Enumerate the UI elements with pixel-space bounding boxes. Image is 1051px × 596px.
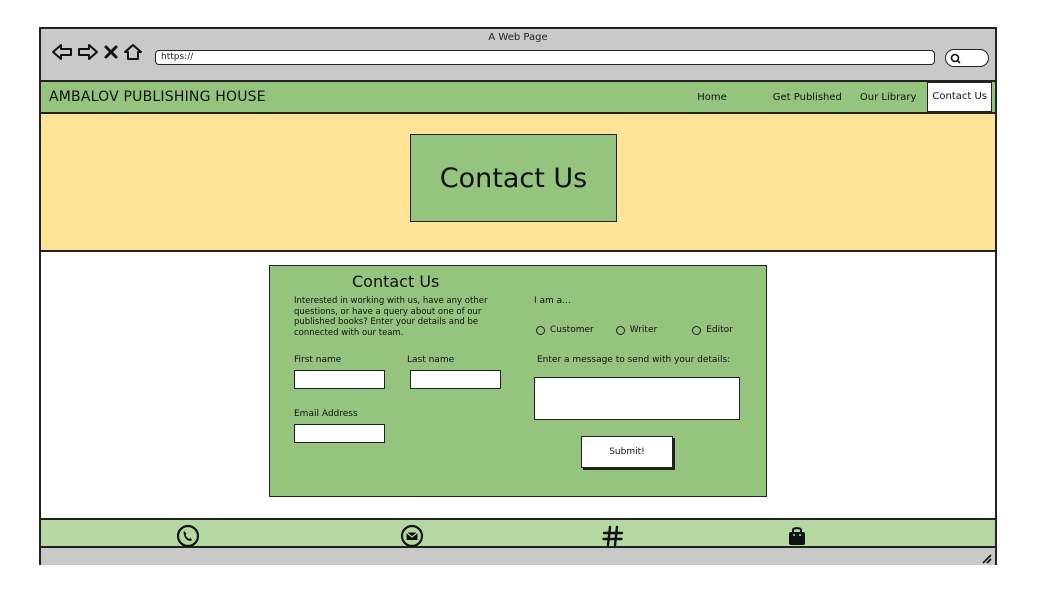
hashtag-icon[interactable] — [601, 524, 625, 548]
radio-customer[interactable]: Customer — [536, 325, 594, 335]
submit-button[interactable]: Submit! — [581, 436, 673, 468]
nav-menu: Home Get Published Our Library Contact U… — [688, 82, 995, 112]
radio-writer-label: Writer — [629, 325, 658, 335]
radio-customer-label: Customer — [550, 325, 594, 335]
form-intro-text: Interested in working with us, have any … — [294, 296, 488, 338]
nav-item-get-published[interactable]: Get Published — [764, 92, 851, 103]
url-bar[interactable]: https:// — [155, 50, 935, 65]
nav-item-contact-us[interactable]: Contact Us — [927, 82, 992, 112]
hero-title: Contact Us — [410, 134, 617, 222]
shopping-bag-icon[interactable] — [785, 524, 809, 548]
radio-editor[interactable]: Editor — [692, 325, 733, 335]
radio-writer[interactable]: Writer — [615, 325, 658, 335]
resize-grip-icon[interactable] — [980, 552, 992, 564]
first-name-input[interactable] — [294, 370, 385, 389]
radio-circle-icon — [536, 325, 545, 335]
last-name-input[interactable] — [410, 370, 501, 389]
window-title: A Web Page — [488, 32, 548, 43]
hero-banner: Contact Us — [41, 114, 995, 252]
search-icon — [950, 53, 961, 64]
radio-circle-icon — [692, 325, 702, 335]
browser-nav-controls — [51, 43, 143, 61]
message-textarea[interactable] — [534, 377, 740, 420]
role-label: I am a... — [534, 296, 571, 306]
form-title: Contact Us — [352, 272, 440, 291]
browser-status-bar — [41, 548, 995, 565]
radio-circle-icon — [615, 325, 625, 335]
browser-window: A Web Page https:// AMBALOV PUBLISHING H… — [39, 27, 997, 565]
nav-item-our-library[interactable]: Our Library — [851, 92, 925, 103]
email-icon[interactable] — [400, 524, 424, 548]
forward-icon[interactable] — [77, 43, 99, 61]
nav-item-home[interactable]: Home — [688, 92, 736, 103]
last-name-label: Last name — [407, 355, 455, 365]
site-navbar: AMBALOV PUBLISHING HOUSE Home Get Publis… — [41, 82, 995, 114]
browser-chrome: A Web Page https:// — [41, 29, 995, 82]
phone-icon[interactable] — [176, 524, 200, 548]
message-label: Enter a message to send with your detail… — [537, 355, 731, 365]
back-icon[interactable] — [51, 43, 73, 61]
role-radio-group: Customer Writer Editor — [536, 325, 733, 335]
brand-name[interactable]: AMBALOV PUBLISHING HOUSE — [49, 89, 266, 105]
close-icon[interactable] — [103, 43, 119, 61]
first-name-label: First name — [294, 355, 342, 365]
browser-search-button[interactable] — [945, 49, 989, 67]
home-icon[interactable] — [123, 43, 143, 61]
radio-editor-label: Editor — [706, 325, 733, 335]
email-label: Email Address — [294, 409, 358, 419]
email-input[interactable] — [294, 424, 385, 443]
contact-form: Contact Us Interested in working with us… — [269, 265, 767, 497]
footer-bar — [41, 518, 995, 548]
